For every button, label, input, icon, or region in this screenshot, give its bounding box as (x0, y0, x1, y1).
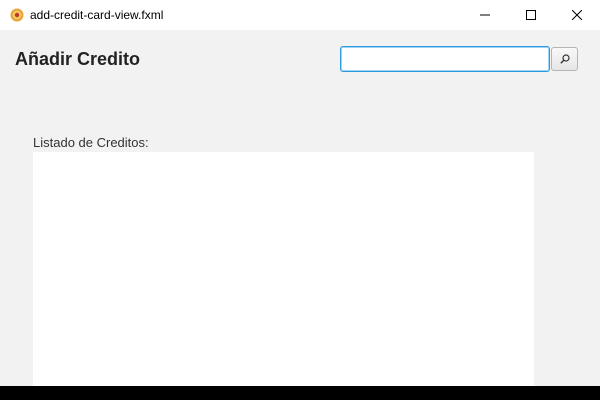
bottom-bar (0, 386, 600, 400)
window-title: add-credit-card-view.fxml (30, 8, 164, 22)
credit-list-label: Listado de Creditos: (33, 135, 149, 150)
title-bar[interactable]: add-credit-card-view.fxml (0, 0, 600, 30)
minimize-icon (480, 10, 490, 20)
search-icon (559, 52, 570, 67)
maximize-button[interactable] (508, 0, 554, 30)
search-button[interactable] (551, 47, 578, 71)
app-icon (10, 8, 24, 22)
app-window: add-credit-card-view.fxml Añadir Credito (0, 0, 600, 386)
page-title: Añadir Credito (15, 49, 141, 69)
minimize-button[interactable] (462, 0, 508, 30)
maximize-icon (526, 10, 536, 20)
close-icon (572, 10, 582, 20)
search-input[interactable] (340, 46, 550, 72)
close-button[interactable] (554, 0, 600, 30)
credit-list[interactable] (33, 152, 534, 386)
